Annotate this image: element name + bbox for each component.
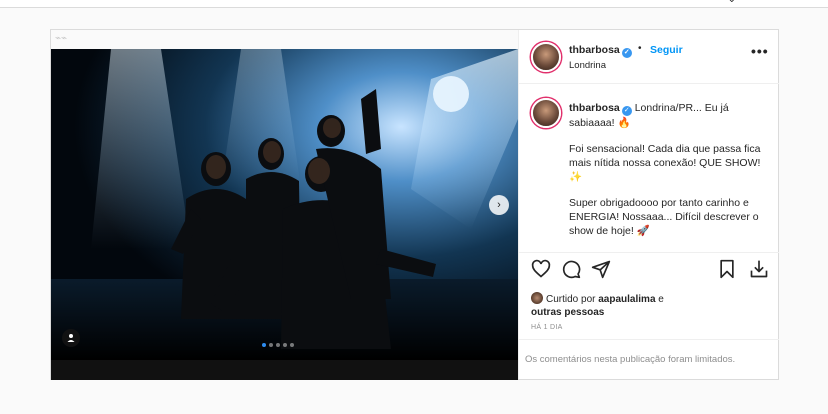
liker-username[interactable]: aapaulalima bbox=[598, 294, 655, 305]
concert-photo bbox=[51, 49, 518, 360]
action-bar bbox=[519, 252, 779, 282]
media-top-strip: ⌁⌁ bbox=[51, 30, 518, 49]
post-sidebar: thbarbosa ✓ • Seguir Londrina ••• thbarbo… bbox=[518, 30, 779, 379]
likes-others-link[interactable]: outras pessoas bbox=[531, 307, 604, 318]
top-bar: ⌄ bbox=[0, 0, 828, 8]
send-icon[interactable] bbox=[591, 259, 611, 279]
carousel-next-button[interactable]: › bbox=[489, 195, 509, 215]
verified-badge-icon: ✓ bbox=[621, 48, 632, 58]
author-username[interactable]: thbarbosa ✓ bbox=[569, 44, 632, 58]
follow-button[interactable]: Seguir bbox=[650, 44, 683, 56]
avatar[interactable] bbox=[531, 42, 561, 72]
author-username-text[interactable]: thbarbosa bbox=[569, 44, 620, 56]
post-location[interactable]: Londrina bbox=[569, 60, 606, 71]
caption-para2: Foi sensacional! Cada dia que passa fica… bbox=[569, 143, 761, 183]
comments-limited-text: Os comentários nesta publicação foram li… bbox=[525, 354, 736, 365]
likes-prefix: Curtido por bbox=[546, 294, 596, 305]
heart-icon[interactable] bbox=[531, 259, 551, 279]
post-timestamp[interactable]: HÁ 1 DIA bbox=[531, 324, 563, 331]
comment-icon[interactable] bbox=[561, 259, 581, 279]
carousel-dot bbox=[262, 343, 266, 347]
download-icon[interactable] bbox=[749, 259, 769, 279]
user-tag-button[interactable] bbox=[62, 329, 80, 347]
separator: • bbox=[638, 43, 642, 54]
carousel-indicator bbox=[262, 343, 294, 347]
likes-conj: e bbox=[658, 294, 664, 305]
media-bottom-strip bbox=[51, 360, 518, 380]
more-options-icon[interactable]: ••• bbox=[751, 43, 769, 59]
avatar[interactable] bbox=[531, 98, 561, 128]
liker-avatar[interactable] bbox=[531, 292, 543, 304]
bookmark-icon[interactable] bbox=[717, 259, 737, 279]
chevron-down-icon[interactable]: ⌄ bbox=[728, 0, 736, 5]
caption-text: thbarbosa ✓ Londrina/PR... Eu já sabiaaaa… bbox=[569, 101, 769, 246]
carousel-dot bbox=[290, 343, 294, 347]
caption-username[interactable]: thbarbosa bbox=[569, 102, 620, 114]
watermark-icon: ⌁⌁ bbox=[55, 33, 68, 44]
comments-limited-notice: Os comentários nesta publicação foram li… bbox=[519, 339, 779, 379]
likes-summary: Curtido por aapaulalima e outras pessoas bbox=[531, 292, 771, 319]
post-card: ⌁⌁ › thbarbosa ✓ • Seguir Londrina ••• t… bbox=[50, 29, 779, 380]
caption-para3: Super obrigadoooo por tanto carinho e EN… bbox=[569, 197, 759, 237]
user-tag-icon bbox=[67, 334, 75, 342]
verified-badge-icon: ✓ bbox=[621, 106, 632, 116]
post-media[interactable]: › bbox=[51, 49, 518, 380]
carousel-dot bbox=[276, 343, 280, 347]
chevron-right-icon: › bbox=[497, 199, 501, 211]
carousel-dot bbox=[283, 343, 287, 347]
carousel-dot bbox=[269, 343, 273, 347]
post-header: thbarbosa ✓ • Seguir Londrina ••• bbox=[519, 30, 779, 84]
post-caption: thbarbosa ✓ Londrina/PR... Eu já sabiaaaa… bbox=[519, 84, 779, 246]
